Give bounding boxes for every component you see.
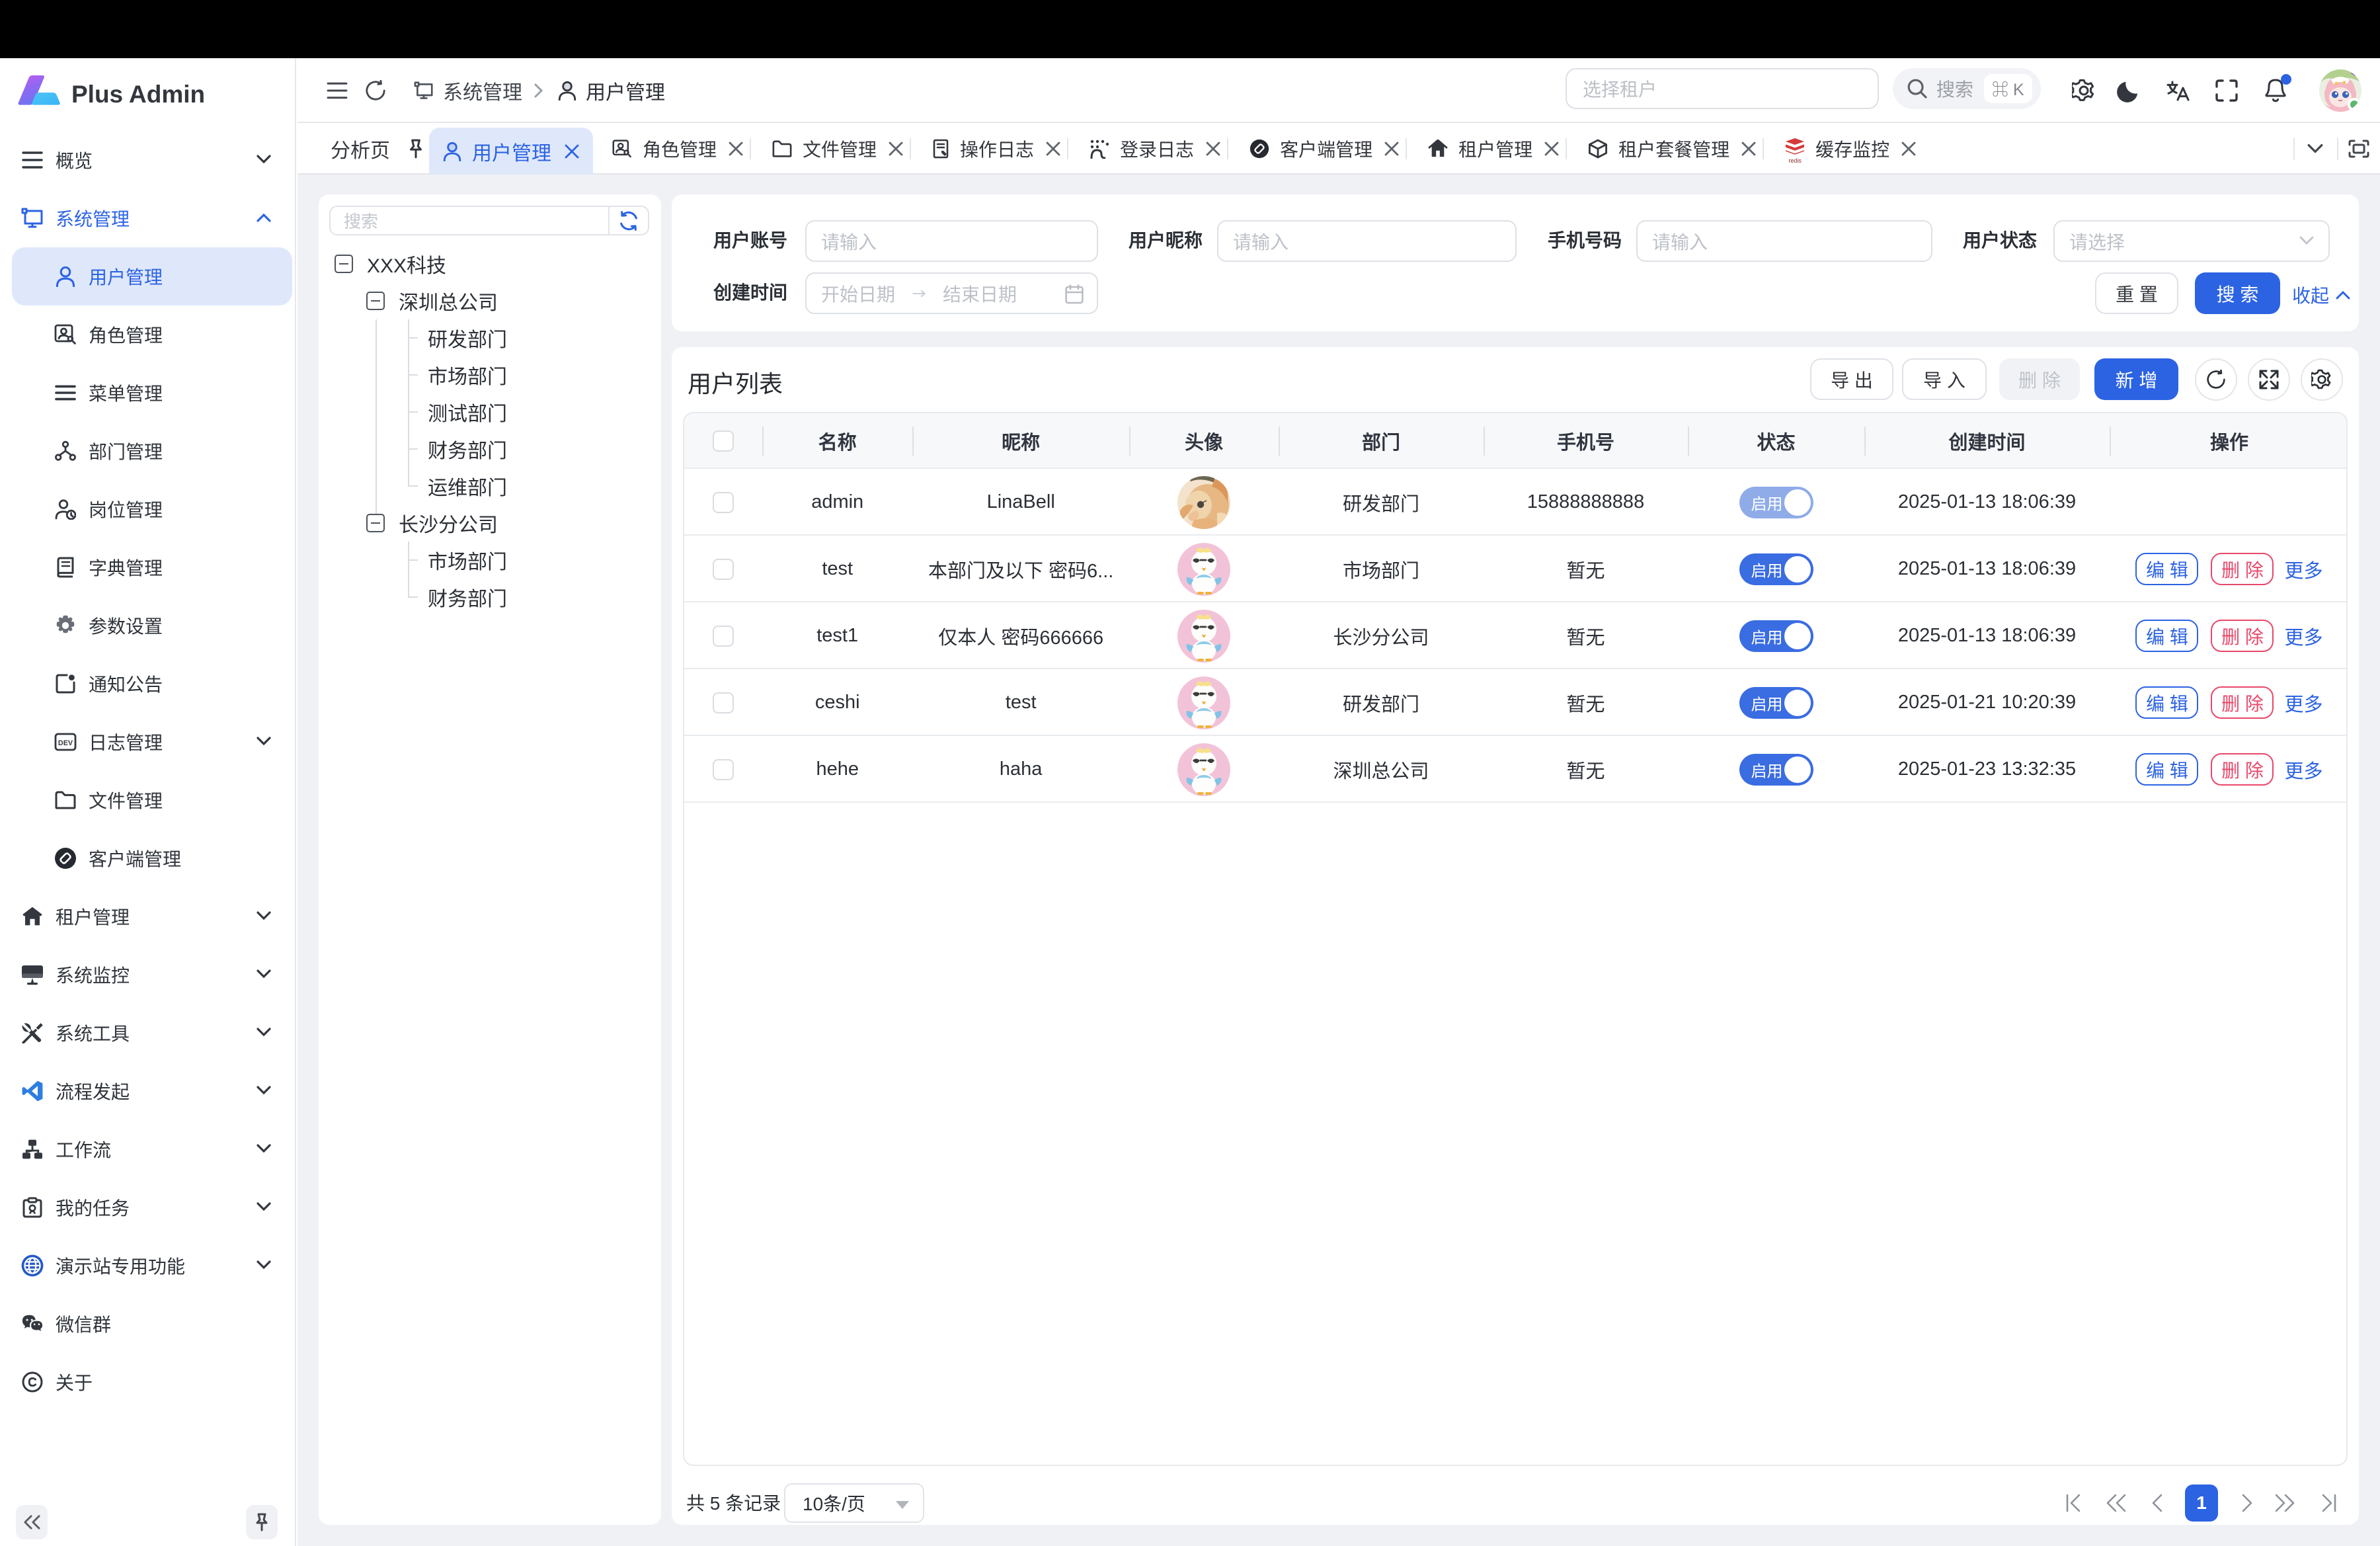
- svg-text:DEV: DEV: [58, 739, 73, 747]
